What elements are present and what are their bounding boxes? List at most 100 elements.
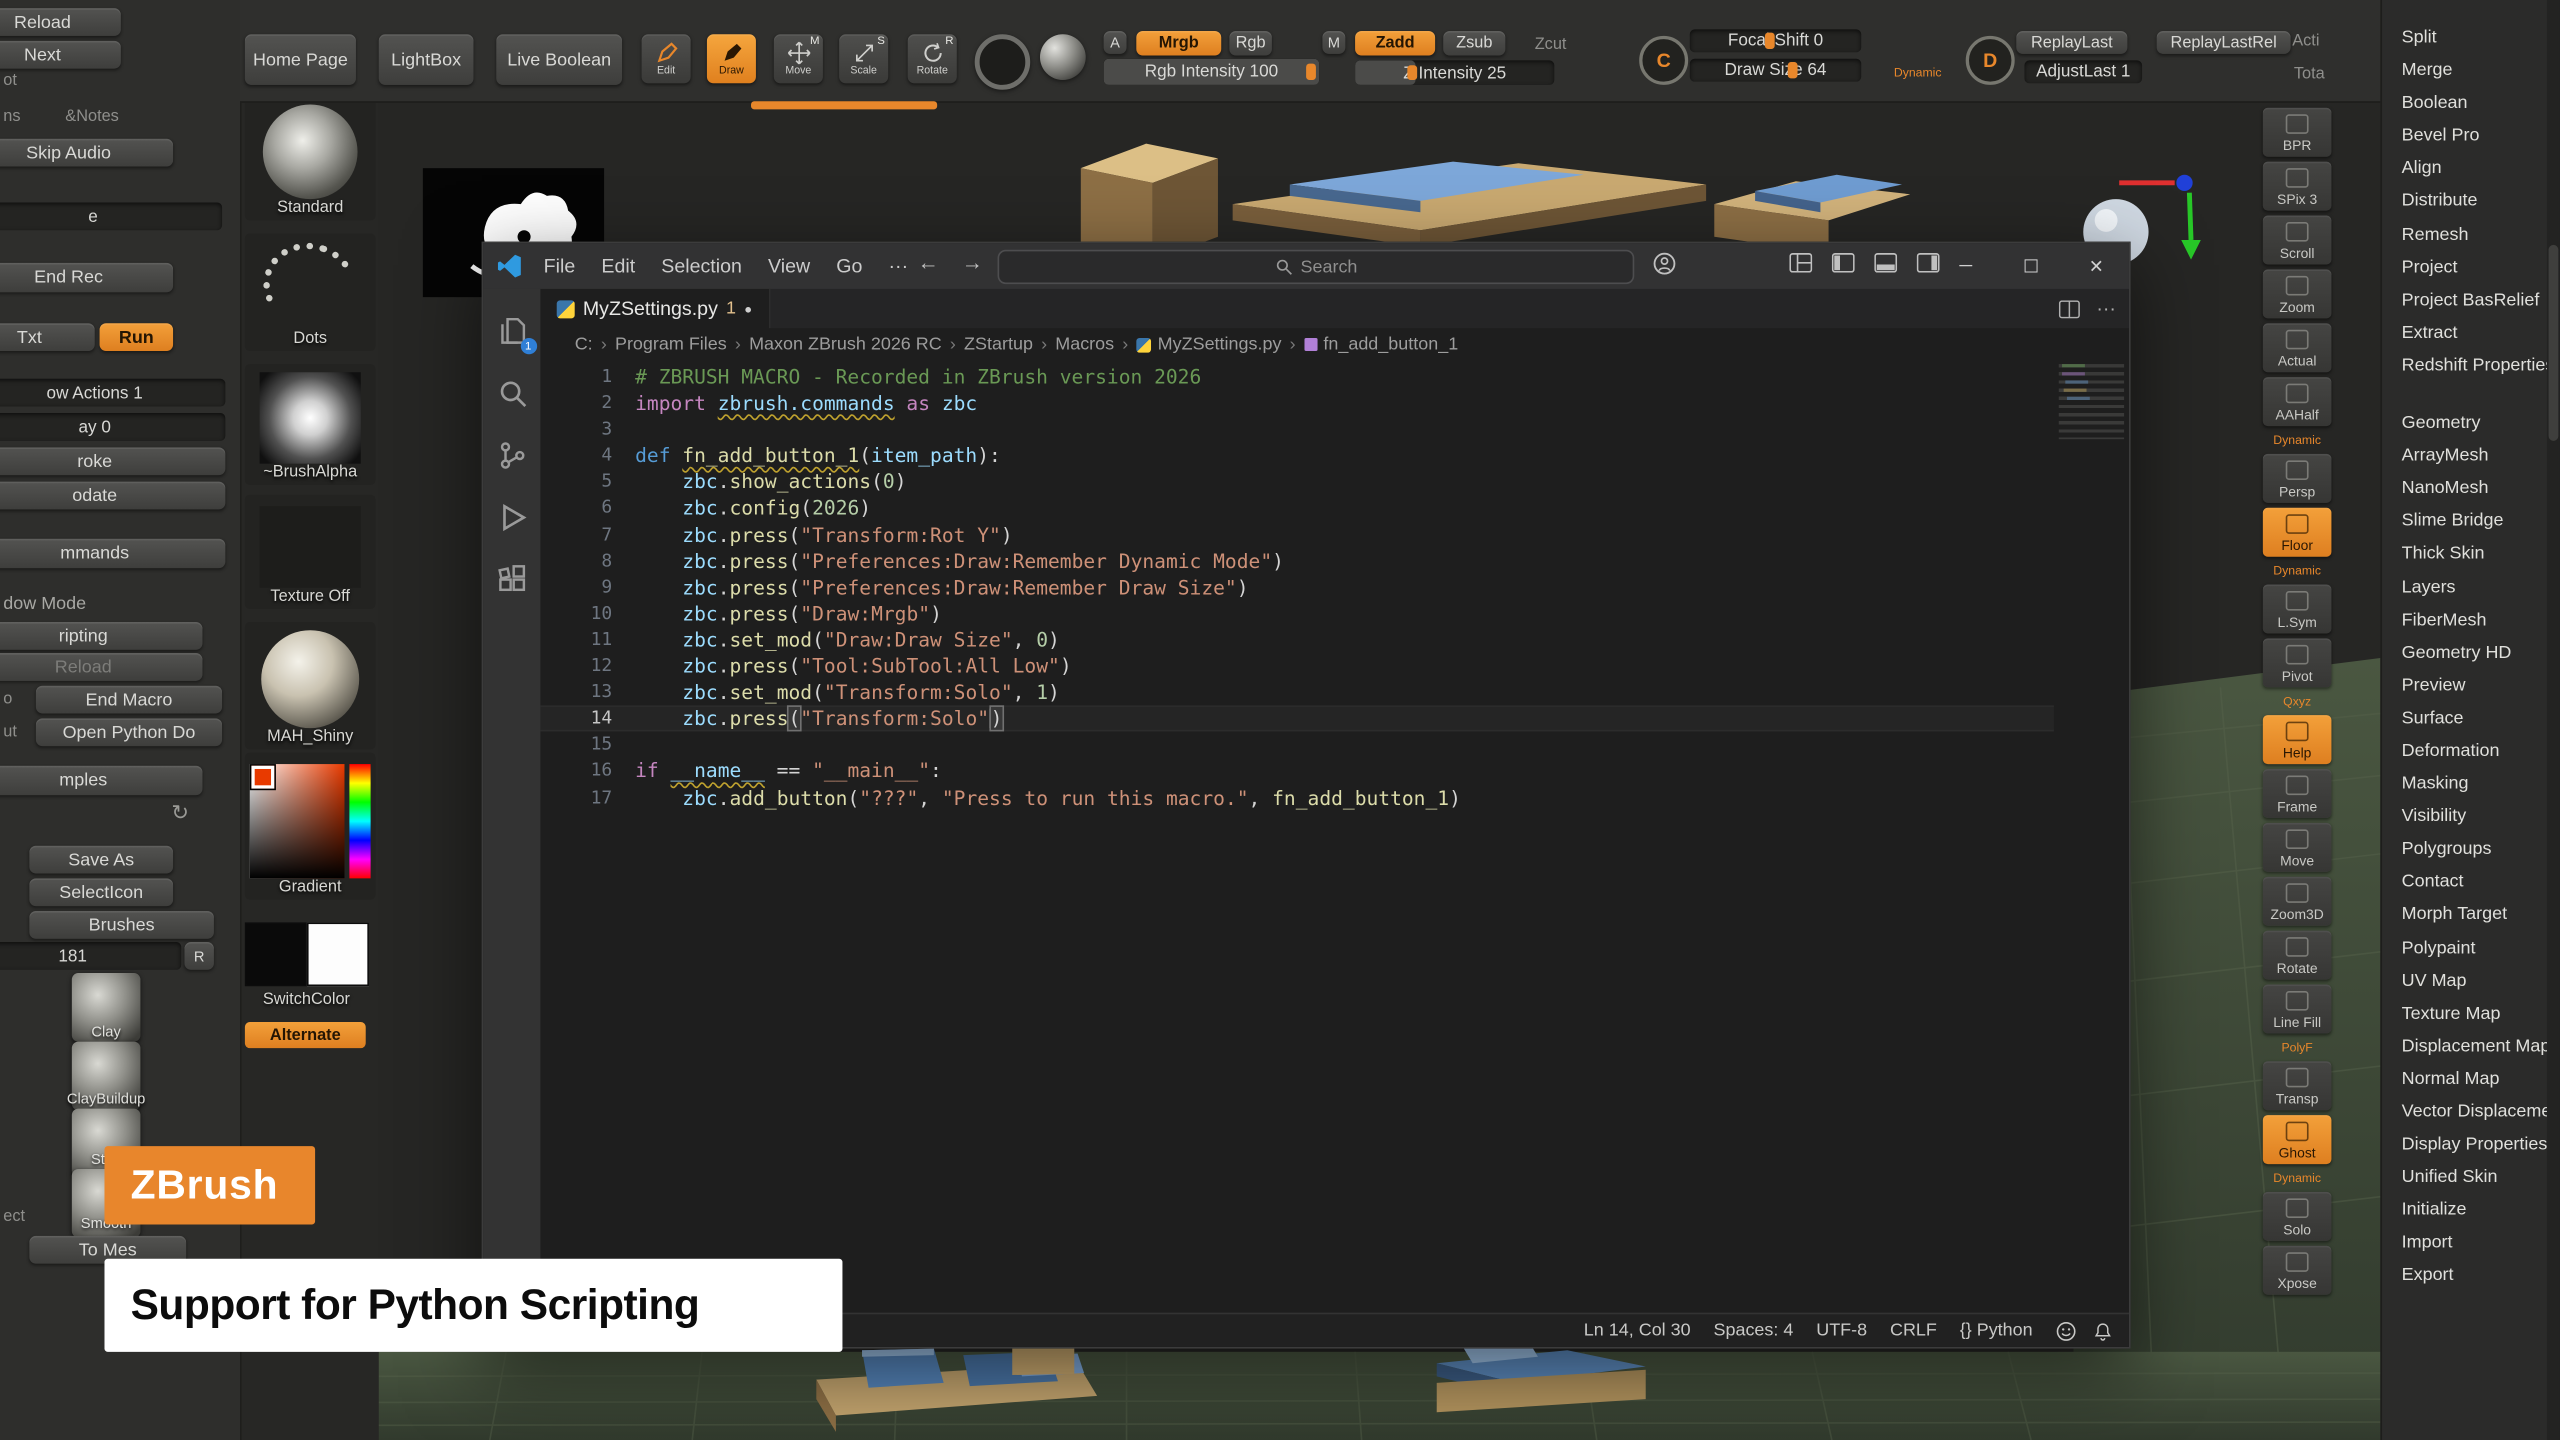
focal-shift-handle[interactable]	[1765, 33, 1775, 49]
source-control-icon[interactable]	[492, 436, 531, 475]
next-button[interactable]: Next	[0, 41, 121, 69]
edit-tool-button[interactable]: Edit	[642, 34, 691, 83]
select-icon-button[interactable]: SelectIcon	[29, 878, 173, 906]
texture-selector[interactable]: Texture Off	[245, 495, 376, 609]
code-line[interactable]: 15	[540, 732, 2053, 758]
panel-menu-item[interactable]: Texture Map	[2382, 997, 2549, 1030]
panel-menu-item[interactable]: Distribute	[2382, 185, 2549, 218]
shelf-button[interactable]: Actual	[2263, 323, 2332, 372]
rgb-intensity-handle[interactable]	[1306, 64, 1316, 80]
shelf-button[interactable]: Solo	[2263, 1192, 2332, 1241]
status-item[interactable]: UTF-8	[1816, 1321, 1867, 1341]
back-arrow[interactable]: ←	[918, 250, 939, 274]
shelf-button[interactable]: Help	[2263, 715, 2332, 764]
customize-layout-icon[interactable]	[1789, 253, 1812, 273]
shelf-button[interactable]: Qxyz	[2263, 692, 2332, 710]
status-item[interactable]: Spaces: 4	[1713, 1321, 1793, 1341]
panel-menu-item[interactable]: Geometry	[2382, 407, 2549, 440]
code-line[interactable]: 11 zbc.set_mod("Draw:Draw Size", 0)	[540, 627, 2053, 653]
panel-menu-item[interactable]: Import	[2382, 1227, 2549, 1260]
shelf-button[interactable]: Xpose	[2263, 1246, 2332, 1295]
forward-arrow[interactable]: →	[962, 250, 983, 274]
r-button[interactable]: R	[184, 942, 213, 970]
menu-item[interactable]: Go	[825, 251, 874, 280]
panel-menu-item[interactable]: Initialize	[2382, 1194, 2549, 1227]
shelf-button[interactable]: Dynamic	[2263, 562, 2332, 580]
end-rec-button[interactable]: End Rec	[0, 263, 173, 292]
rgb-button[interactable]: Rgb	[1229, 31, 1271, 55]
actions-slider[interactable]: ow Actions 1	[0, 379, 225, 407]
z-intensity-slider[interactable]: Z Intensity 25	[1355, 60, 1554, 84]
panel-menu-item[interactable]: Surface	[2382, 702, 2549, 735]
replay-last-button[interactable]: ReplayLast	[2016, 31, 2127, 54]
stroke-selector[interactable]: Dots	[245, 233, 376, 351]
panel-menu-item[interactable]: Geometry HD	[2382, 636, 2549, 669]
breadcrumb-item[interactable]: fn_add_button_1	[1304, 335, 1458, 355]
code-line[interactable]: 17 zbc.add_button("???", "Press to run t…	[540, 784, 2053, 810]
account-icon[interactable]	[1652, 251, 1676, 284]
rgb-intensity-slider[interactable]: Rgb Intensity 100	[1104, 59, 1320, 85]
color-picker-area[interactable]	[250, 764, 371, 878]
panel-menu-item[interactable]: Display Properties	[2382, 1128, 2549, 1161]
panel-menu-item[interactable]: UV Map	[2382, 964, 2549, 997]
panel-menu-item[interactable]: Contact	[2382, 866, 2549, 899]
shelf-button[interactable]: BPR	[2263, 108, 2332, 157]
zsub-button[interactable]: Zsub	[1443, 31, 1505, 55]
brush-selector[interactable]: Standard	[245, 93, 376, 220]
scale-tool-button[interactable]: S Scale	[839, 34, 888, 83]
replay-settings-icon[interactable]: D	[1966, 36, 2015, 85]
notes-label[interactable]: &Notes	[65, 108, 119, 126]
m-button[interactable]: M	[1322, 31, 1345, 54]
alpha-selector[interactable]: ~BrushAlpha	[245, 364, 376, 485]
search-box[interactable]: Search	[998, 250, 1635, 284]
panel-menu-item[interactable]: ArrayMesh	[2382, 439, 2549, 472]
alpha-sphere-icon[interactable]	[1040, 34, 1086, 80]
shelf-button[interactable]: SPix 3	[2263, 162, 2332, 211]
breadcrumb-item[interactable]: ZStartup	[964, 335, 1055, 355]
panel-menu-item[interactable]: Deformation	[2382, 735, 2549, 768]
rotate-tool-button[interactable]: R Rotate	[908, 34, 957, 83]
panel-menu-item[interactable]: Export	[2382, 1260, 2549, 1293]
reload-script-button[interactable]: Reload	[0, 653, 202, 681]
shelf-button[interactable]: Ghost	[2263, 1115, 2332, 1164]
breadcrumb-item[interactable]: Maxon ZBrush 2026 RC	[749, 335, 964, 355]
panel-menu-item[interactable]: NanoMesh	[2382, 472, 2549, 505]
update-button[interactable]: odate	[0, 482, 225, 510]
panel-menu-item[interactable]: Unified Skin	[2382, 1161, 2549, 1194]
code-line[interactable]: 5 zbc.show_actions(0)	[540, 469, 2053, 495]
hue-strip[interactable]	[349, 764, 370, 878]
shelf-button[interactable]: Rotate	[2263, 931, 2332, 980]
panel-menu-item[interactable]: Normal Map	[2382, 1063, 2549, 1096]
status-item[interactable]: {} Python	[1960, 1321, 2033, 1341]
menu-item[interactable]: Selection	[650, 251, 753, 280]
panel-menu-item[interactable]: Remesh	[2382, 218, 2549, 251]
z-intensity-handle[interactable]	[1407, 65, 1417, 80]
shelf-button[interactable]: Pivot	[2263, 638, 2332, 687]
panel-menu-item[interactable]: Project BasRelief	[2382, 284, 2549, 317]
toggle-sidebar-icon[interactable]	[1832, 253, 1855, 273]
a-button[interactable]: A	[1104, 31, 1127, 54]
scripting-button[interactable]: ripting	[0, 622, 202, 650]
draw-tool-button[interactable]: Draw	[707, 34, 756, 83]
stroke-button[interactable]: roke	[0, 447, 225, 475]
extensions-icon[interactable]	[492, 560, 531, 599]
draw-size-slider[interactable]: Draw Size 64	[1690, 59, 1861, 82]
panel-menu-item[interactable]: FiberMesh	[2382, 603, 2549, 636]
status-item[interactable]: CRLF	[1890, 1321, 1937, 1341]
breadcrumb-item[interactable]: MyZSettings.py	[1136, 335, 1303, 355]
breadcrumb-item[interactable]: Program Files	[615, 335, 749, 355]
breadcrumb-item[interactable]: Macros	[1055, 335, 1136, 355]
switchcolor-label[interactable]: SwitchColor	[263, 991, 350, 1012]
unsaved-dot[interactable]: ●	[744, 301, 752, 316]
code-line[interactable]: 9 zbc.press("Preferences:Draw:Remember D…	[540, 574, 2053, 600]
menu-item[interactable]: File	[532, 251, 586, 280]
panel-menu-item[interactable]: Masking	[2382, 767, 2549, 800]
shelf-button[interactable]: Line Fill	[2263, 984, 2332, 1033]
draw-size-handle[interactable]	[1788, 62, 1798, 78]
brushes-button[interactable]: Brushes	[29, 911, 213, 939]
notifications-bell-icon[interactable]	[2093, 1320, 2113, 1341]
shelf-button[interactable]: Zoom3D	[2263, 877, 2332, 926]
txt-button[interactable]: Txt	[0, 323, 95, 351]
scrollbar-thumb[interactable]	[2549, 245, 2559, 441]
shelf-button[interactable]: Scroll	[2263, 216, 2332, 265]
